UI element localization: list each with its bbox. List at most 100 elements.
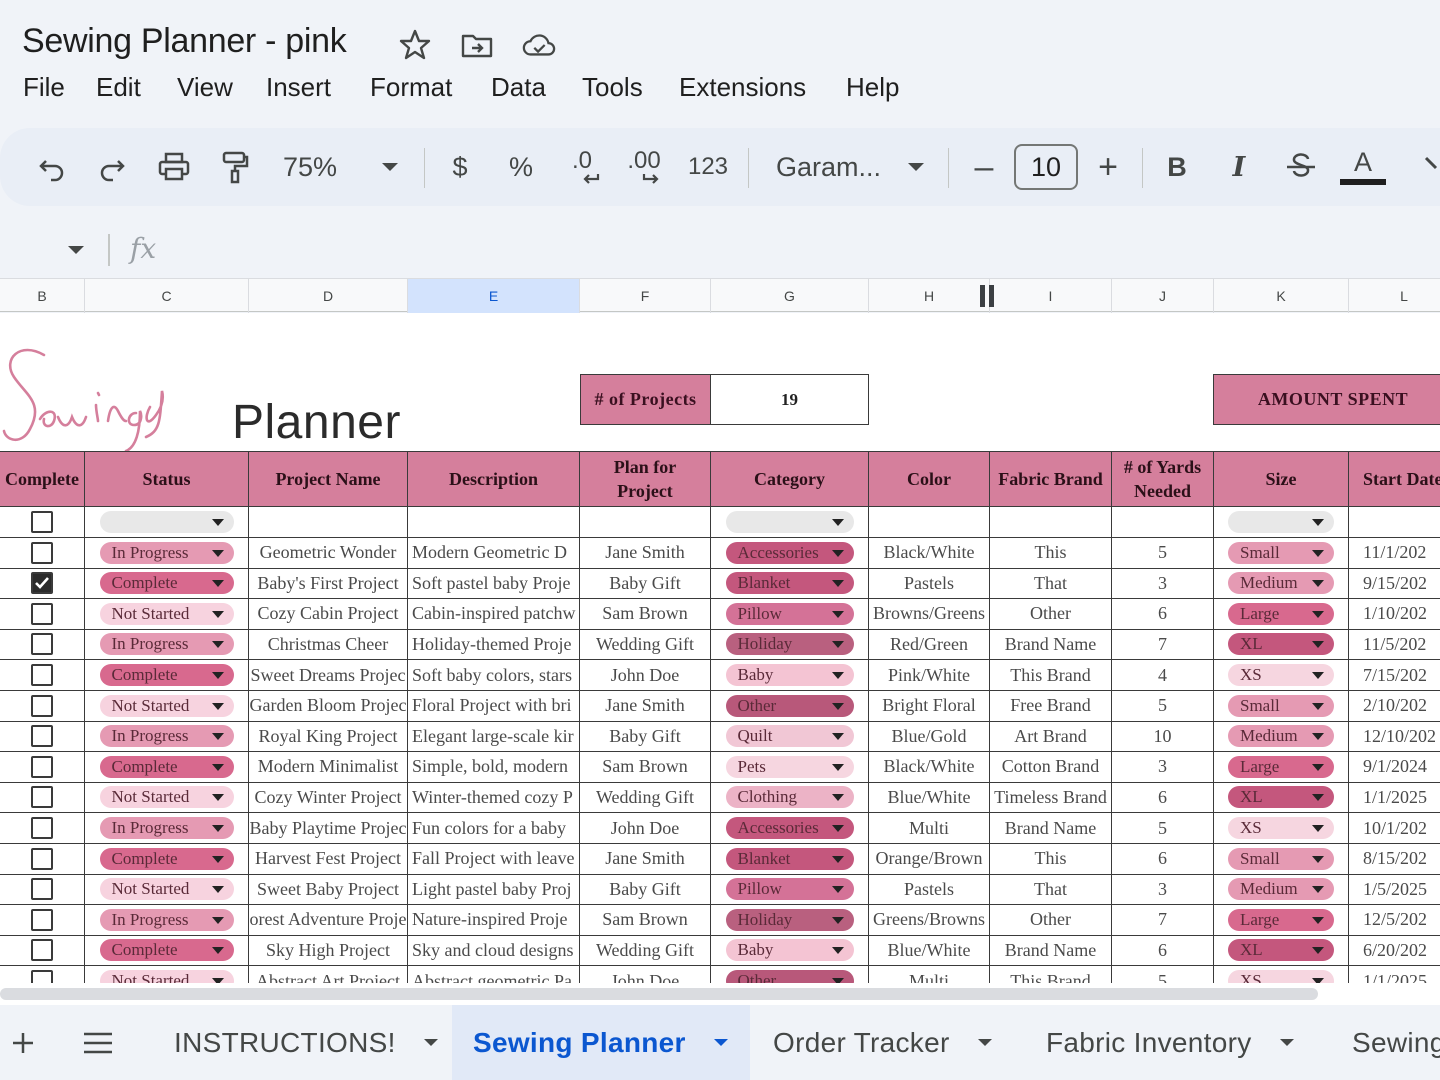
yards-cell[interactable]: 3 [1112,568,1214,600]
status-chip[interactable]: In Progress [99,908,234,931]
status-dropdown[interactable] [99,511,234,533]
color-cell[interactable]: Orange/Brown [869,843,990,875]
category-chip[interactable]: Blanket [725,572,854,595]
document-title[interactable]: Sewing Planner - pink [22,22,347,61]
horizontal-scrollbar[interactable] [0,983,1440,1005]
category-chip[interactable]: Quilt [725,725,854,748]
yards-cell[interactable]: 6 [1112,935,1214,967]
currency-format-button[interactable]: $ [446,128,474,206]
color-cell[interactable]: Black/White [869,751,990,783]
color-cell[interactable]: Pastels [869,568,990,600]
start-date-cell[interactable]: 6/20/202 [1349,935,1440,967]
start-date-cell[interactable]: 7/15/202 [1349,660,1440,691]
fabric-brand-cell[interactable]: This Brand [990,966,1112,983]
plan-cell[interactable]: Jane Smith [580,843,711,875]
description-cell[interactable]: Fun colors for a baby [408,813,580,844]
size-chip[interactable]: XS [1228,970,1334,983]
category-chip[interactable]: Other [725,970,854,983]
fabric-brand-cell[interactable]: Other [990,904,1112,936]
size-chip[interactable]: XL [1228,786,1334,809]
status-chip[interactable]: Not Started [99,786,234,809]
category-chip[interactable]: Other [725,694,854,717]
start-date-cell[interactable]: 1/1/2025 [1349,966,1440,984]
all-sheets-button[interactable] [82,1005,114,1080]
category-chip[interactable]: Clothing [725,786,854,809]
yards-cell[interactable]: 7 [1112,904,1214,936]
category-chip[interactable]: Holiday [725,633,854,656]
size-chip[interactable]: Medium [1228,572,1334,595]
tab-sewing[interactable]: Sewing [1352,1005,1440,1080]
plan-cell[interactable]: Wedding Gift [580,935,711,967]
status-chip[interactable]: Complete [99,939,234,962]
color-cell[interactable]: Browns/Greens [869,598,990,630]
category-chip[interactable]: Pets [725,755,854,778]
status-cell[interactable]: Complete [85,843,249,875]
category-cell[interactable]: Clothing [711,782,869,814]
zoom-select[interactable]: 75% [282,128,338,206]
project-name-cell[interactable]: Sweet Dreams Projec [249,660,408,691]
checkbox[interactable] [31,541,53,564]
blank-cell[interactable] [869,507,990,538]
category-cell[interactable]: Accessories [711,813,869,844]
checkbox-cell[interactable] [0,904,85,936]
menu-view[interactable]: View [177,72,233,103]
blank-cell[interactable] [990,507,1112,538]
category-cell[interactable]: Pets [711,751,869,783]
start-date-cell[interactable]: 12/5/202 [1349,905,1440,936]
column-header-h[interactable]: H [869,279,990,313]
yards-cell[interactable]: 5 [1112,813,1214,844]
tab-fabric-inventory[interactable]: Fabric Inventory [1046,1005,1294,1080]
size-chip[interactable]: Small [1228,541,1334,564]
color-cell[interactable]: Black/White [869,537,990,569]
project-name-cell[interactable]: Modern Minimalist [249,751,408,783]
checkbox[interactable] [31,939,53,962]
scrollbar-thumb[interactable] [0,988,1318,1000]
description-cell[interactable]: Fall Project with leave [408,843,580,875]
add-sheet-button[interactable] [8,1005,38,1080]
start-date-cell[interactable]: 10/1/202 [1349,813,1440,844]
yards-cell[interactable]: 4 [1112,660,1214,691]
yards-cell[interactable]: 7 [1112,629,1214,661]
description-cell[interactable]: Soft baby colors, stars [408,660,580,691]
plan-cell[interactable]: Baby Gift [580,721,711,753]
status-chip[interactable]: Complete [99,664,234,686]
menu-edit[interactable]: Edit [96,72,141,103]
percent-format-button[interactable]: % [506,128,536,206]
name-box[interactable] [0,230,96,270]
project-name-cell[interactable]: Geometric Wonder [249,537,408,569]
start-date-cell[interactable]: 11/5/202 [1349,629,1440,661]
plan-cell[interactable]: Baby Gift [580,874,711,906]
checkbox-cell[interactable] [0,568,85,600]
status-cell[interactable]: Not Started [85,690,249,722]
description-cell[interactable]: Nature-inspired Proje [408,904,580,936]
yards-cell[interactable]: 6 [1112,843,1214,875]
menu-tools[interactable]: Tools [582,72,643,103]
start-date-cell[interactable]: 12/10/202 [1349,721,1440,753]
size-cell[interactable]: XS [1214,660,1349,691]
category-cell[interactable]: Other [711,966,869,983]
color-cell[interactable]: Blue/White [869,935,990,967]
category-chip[interactable]: Pillow [725,602,854,625]
strikethrough-button[interactable] [1282,128,1320,206]
checkbox-cell[interactable] [0,507,85,538]
size-cell[interactable]: XS [1214,813,1349,844]
status-cell[interactable]: In Progress [85,813,249,844]
column-header-g[interactable]: G [711,279,869,313]
tab-instructions[interactable]: INSTRUCTIONS! [174,1005,438,1080]
fabric-brand-cell[interactable]: This [990,843,1112,875]
project-name-cell[interactable]: Abstract Art Project [249,966,408,983]
blank-cell[interactable] [249,507,408,538]
size-cell[interactable]: Medium [1214,874,1349,906]
yards-cell[interactable]: 3 [1112,751,1214,783]
plan-cell[interactable]: Sam Brown [580,904,711,936]
project-name-cell[interactable]: Christmas Cheer [249,629,408,661]
size-chip[interactable]: Small [1228,694,1334,717]
column-header-f[interactable]: F [580,279,711,313]
status-chip[interactable]: In Progress [99,633,234,656]
status-cell[interactable]: Not Started [85,874,249,906]
yards-cell[interactable]: 6 [1112,598,1214,630]
size-cell[interactable]: Small [1214,690,1349,722]
category-cell[interactable]: Blanket [711,843,869,875]
font-size-input[interactable]: 10 [1014,144,1078,190]
category-chip[interactable]: Accessories [725,817,854,839]
